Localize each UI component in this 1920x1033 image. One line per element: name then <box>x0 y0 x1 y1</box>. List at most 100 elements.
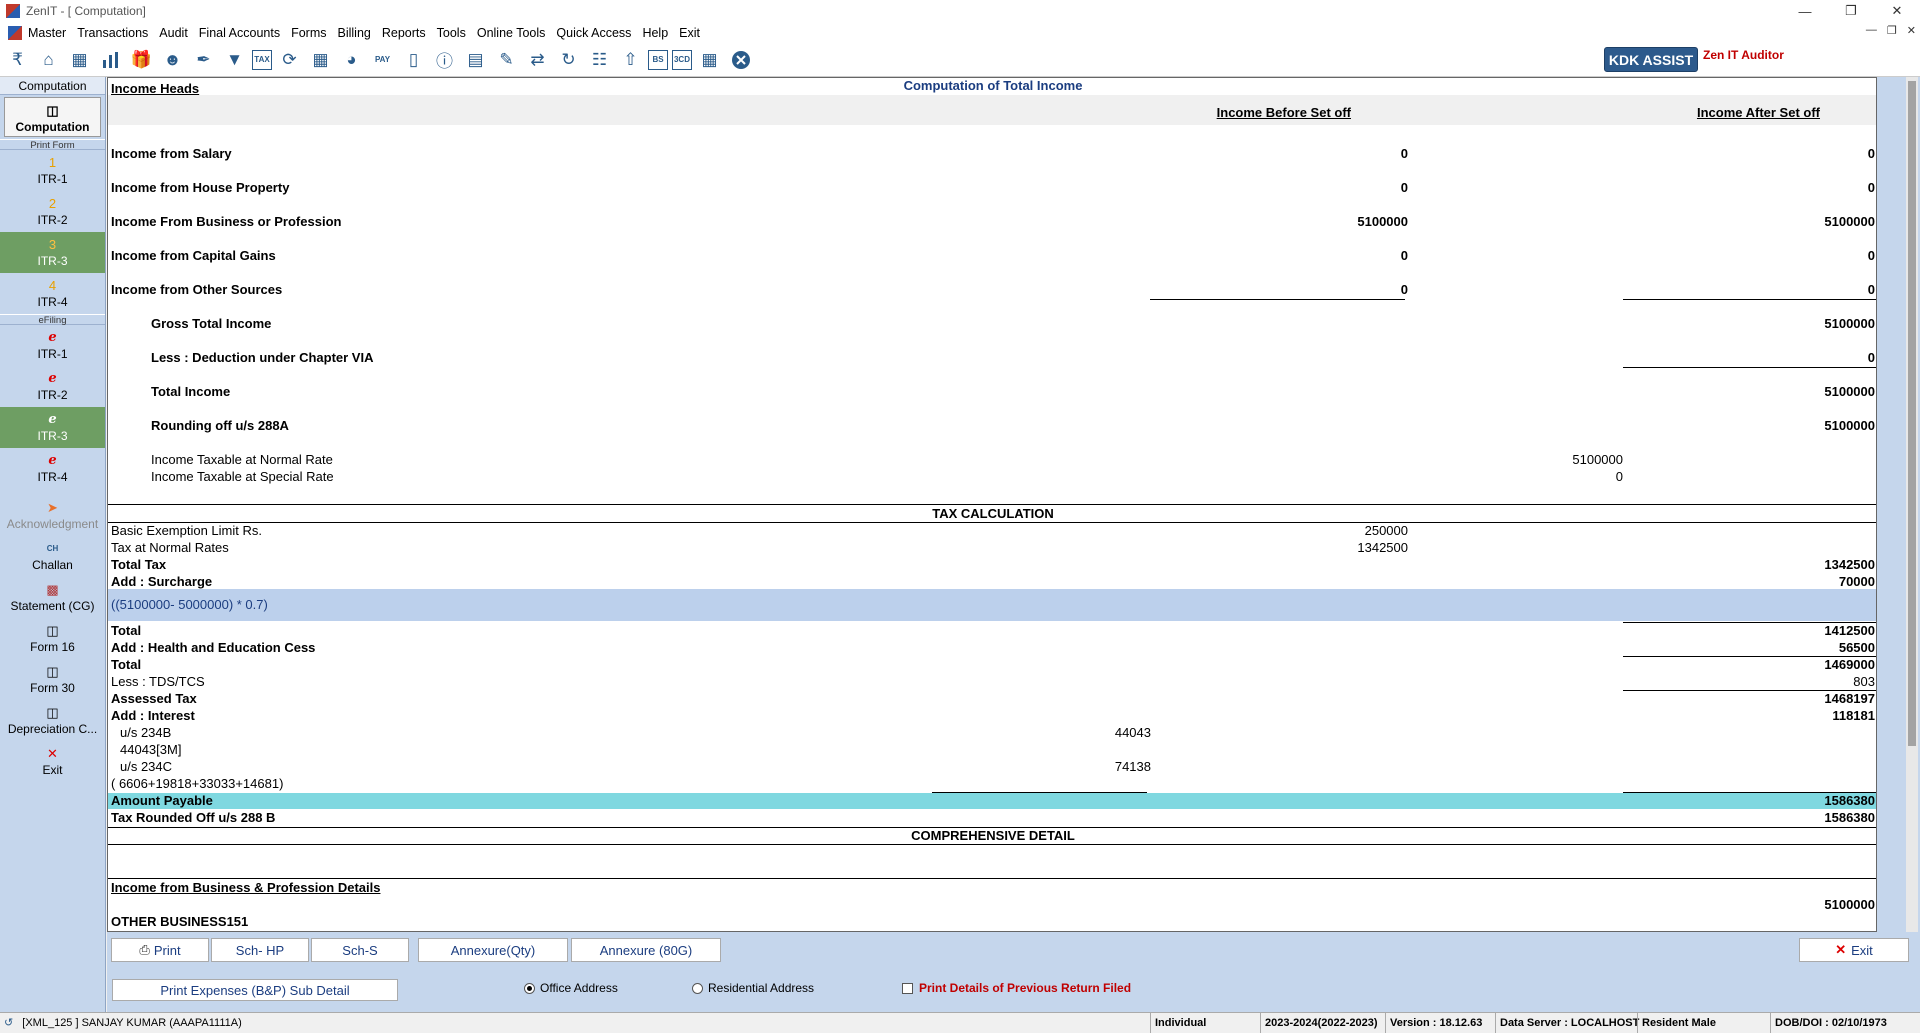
print-form-separator: Print Form <box>0 139 105 151</box>
sidebar-item-efile-itr4[interactable]: e ITR-4 <box>0 448 105 489</box>
pie-chart-icon[interactable]: ◕ <box>338 46 365 73</box>
status-type: Individual <box>1150 1013 1260 1033</box>
exit-button[interactable]: ✕ Exit <box>1799 938 1909 962</box>
menu-quick-access[interactable]: Quick Access <box>556 26 631 40</box>
residential-address-radio[interactable]: Residential Address <box>692 981 814 995</box>
menu-reports[interactable]: Reports <box>382 26 426 40</box>
menu-tools[interactable]: Tools <box>437 26 466 40</box>
row-label: Less : Deduction under Chapter VIA <box>151 350 374 365</box>
row-value: 44043 <box>1114 725 1151 740</box>
number-icon: 3 <box>48 237 57 252</box>
tax-icon[interactable]: TAX <box>252 49 272 70</box>
users-icon[interactable]: ☻ <box>159 46 186 73</box>
sync-icon[interactable]: ↻ <box>555 46 582 73</box>
mdi-restore-icon[interactable]: ❐ <box>1887 24 1897 37</box>
edit-icon[interactable]: ✎ <box>493 46 520 73</box>
sidebar-label: Statement (CG) <box>10 599 95 613</box>
acknowledgment-icon: ➤ <box>47 500 58 515</box>
menu-final-accounts[interactable]: Final Accounts <box>199 26 280 40</box>
sidebar-item-efile-itr3[interactable]: e ITR-3 <box>0 407 105 448</box>
sidebar-item-print-itr2[interactable]: 2 ITR-2 <box>0 191 105 232</box>
office-address-radio[interactable]: Office Address <box>524 981 618 995</box>
menu-billing[interactable]: Billing <box>338 26 371 40</box>
sidebar-item-acknowledgment[interactable]: ➤ Acknowledgment <box>0 495 105 536</box>
sidebar-item-statement-cg[interactable]: ▩ Statement (CG) <box>0 577 105 618</box>
annexure-qty-button[interactable]: Annexure(Qty) <box>418 938 568 962</box>
sidebar-item-challan[interactable]: CH Challan <box>0 536 105 577</box>
print-button[interactable]: ⎙ Print <box>111 938 209 962</box>
row-label: Income from Salary <box>111 146 232 161</box>
row-234c: u/s 234C 74138 <box>108 759 1876 775</box>
sidebar-label: ITR-2 <box>37 388 68 402</box>
filter-icon[interactable]: ▼ <box>221 46 248 73</box>
row-value: 5100000 <box>1572 452 1623 467</box>
menu-exit[interactable]: Exit <box>679 26 700 40</box>
sidebar-item-print-itr3[interactable]: 3 ITR-3 <box>0 232 105 273</box>
bs-icon[interactable]: BS <box>648 49 668 70</box>
grid-icon[interactable]: ▦ <box>696 46 723 73</box>
mdi-minimize-icon[interactable]: — <box>1866 24 1877 37</box>
print-expenses-button[interactable]: Print Expenses (B&P) Sub Detail <box>112 979 398 1001</box>
calculator-icon[interactable]: ▦ <box>307 46 334 73</box>
income-heads-label: Income Heads <box>111 81 200 96</box>
print-previous-return-checkbox[interactable]: Print Details of Previous Return Filed <box>902 981 1131 995</box>
calendar-icon[interactable]: ☷ <box>586 46 613 73</box>
rupee-icon[interactable]: ₹ <box>4 46 31 73</box>
radio-label: Residential Address <box>708 981 815 995</box>
scrollbar-thumb[interactable] <box>1908 81 1916 746</box>
close-icon[interactable]: ✕ <box>1874 0 1920 22</box>
pin-icon[interactable]: ✒ <box>190 46 217 73</box>
3cd-icon[interactable]: 3CD <box>672 49 692 70</box>
sidebar-item-form30[interactable]: ◫ Form 30 <box>0 659 105 700</box>
sch-s-button[interactable]: Sch-S <box>311 938 409 962</box>
book-icon[interactable]: ▯ <box>400 46 427 73</box>
sidebar-label: Computation <box>15 120 90 134</box>
sidebar-item-computation[interactable]: ◫ Computation <box>4 97 101 137</box>
form-document-icon: ◫ <box>46 664 59 679</box>
sch-hp-button[interactable]: Sch- HP <box>211 938 309 962</box>
close-circle-icon[interactable] <box>727 46 754 73</box>
annexure-80g-button[interactable]: Annexure (80G) <box>571 938 721 962</box>
restore-icon[interactable]: ❐ <box>1828 0 1874 22</box>
gift-icon[interactable]: 🎁 <box>128 46 155 73</box>
number-icon: 2 <box>48 196 57 211</box>
vertical-scrollbar[interactable] <box>1906 77 1918 932</box>
row-label: Income From Business or Profession <box>111 214 342 229</box>
sidebar-item-print-itr1[interactable]: 1 ITR-1 <box>0 150 105 191</box>
computation-report: Computation of Total Income Income Heads… <box>107 77 1877 932</box>
sidebar-item-form16[interactable]: ◫ Form 16 <box>0 618 105 659</box>
sidebar-item-exit[interactable]: ✕ Exit <box>0 741 105 782</box>
upload-icon[interactable]: ⇧ <box>617 46 644 73</box>
zen-it-auditor-link[interactable]: Zen IT Auditor <box>1703 48 1784 62</box>
sidebar-item-efile-itr2[interactable]: e ITR-2 <box>0 366 105 407</box>
building-icon[interactable]: ▦ <box>66 46 93 73</box>
sidebar-item-print-itr4[interactable]: 4 ITR-4 <box>0 273 105 314</box>
minimize-icon[interactable]: — <box>1782 0 1828 22</box>
kdk-assist-button[interactable]: KDK ASSIST <box>1604 47 1698 72</box>
menu-audit[interactable]: Audit <box>159 26 188 40</box>
home-icon[interactable]: ⌂ <box>35 46 62 73</box>
menu-forms[interactable]: Forms <box>291 26 326 40</box>
sidebar-item-depreciation[interactable]: ◫ Depreciation C... <box>0 700 105 741</box>
transfer-icon[interactable]: ⇄ <box>524 46 551 73</box>
sidebar-item-efile-itr1[interactable]: e ITR-1 <box>0 325 105 366</box>
sidebar-label: ITR-4 <box>37 295 68 309</box>
menu-help[interactable]: Help <box>642 26 668 40</box>
pay-icon[interactable]: PAY <box>369 46 396 73</box>
menu-transactions[interactable]: Transactions <box>77 26 148 40</box>
menu-bar: Master Transactions Audit Final Accounts… <box>0 22 1920 43</box>
bar-chart-icon[interactable] <box>97 46 124 73</box>
row-cess: Add : Health and Education Cess 56500 <box>108 640 1876 656</box>
menu-online-tools[interactable]: Online Tools <box>477 26 546 40</box>
window-title: ZenIT - [ Computation] <box>26 4 146 18</box>
sidebar-label: Depreciation C... <box>7 722 98 736</box>
refresh-icon[interactable]: ⟳ <box>276 46 303 73</box>
sidebar-label: ITR-4 <box>37 470 68 484</box>
mdi-close-icon[interactable]: ✕ <box>1907 24 1916 37</box>
row-label: Assessed Tax <box>111 691 197 706</box>
row-value: 250000 <box>1364 523 1408 538</box>
report-icon[interactable]: ▤ <box>462 46 489 73</box>
menu-master[interactable]: Master <box>28 26 66 40</box>
row-value: 118181 <box>1832 708 1875 723</box>
info-icon[interactable]: ⓘ <box>431 46 458 73</box>
